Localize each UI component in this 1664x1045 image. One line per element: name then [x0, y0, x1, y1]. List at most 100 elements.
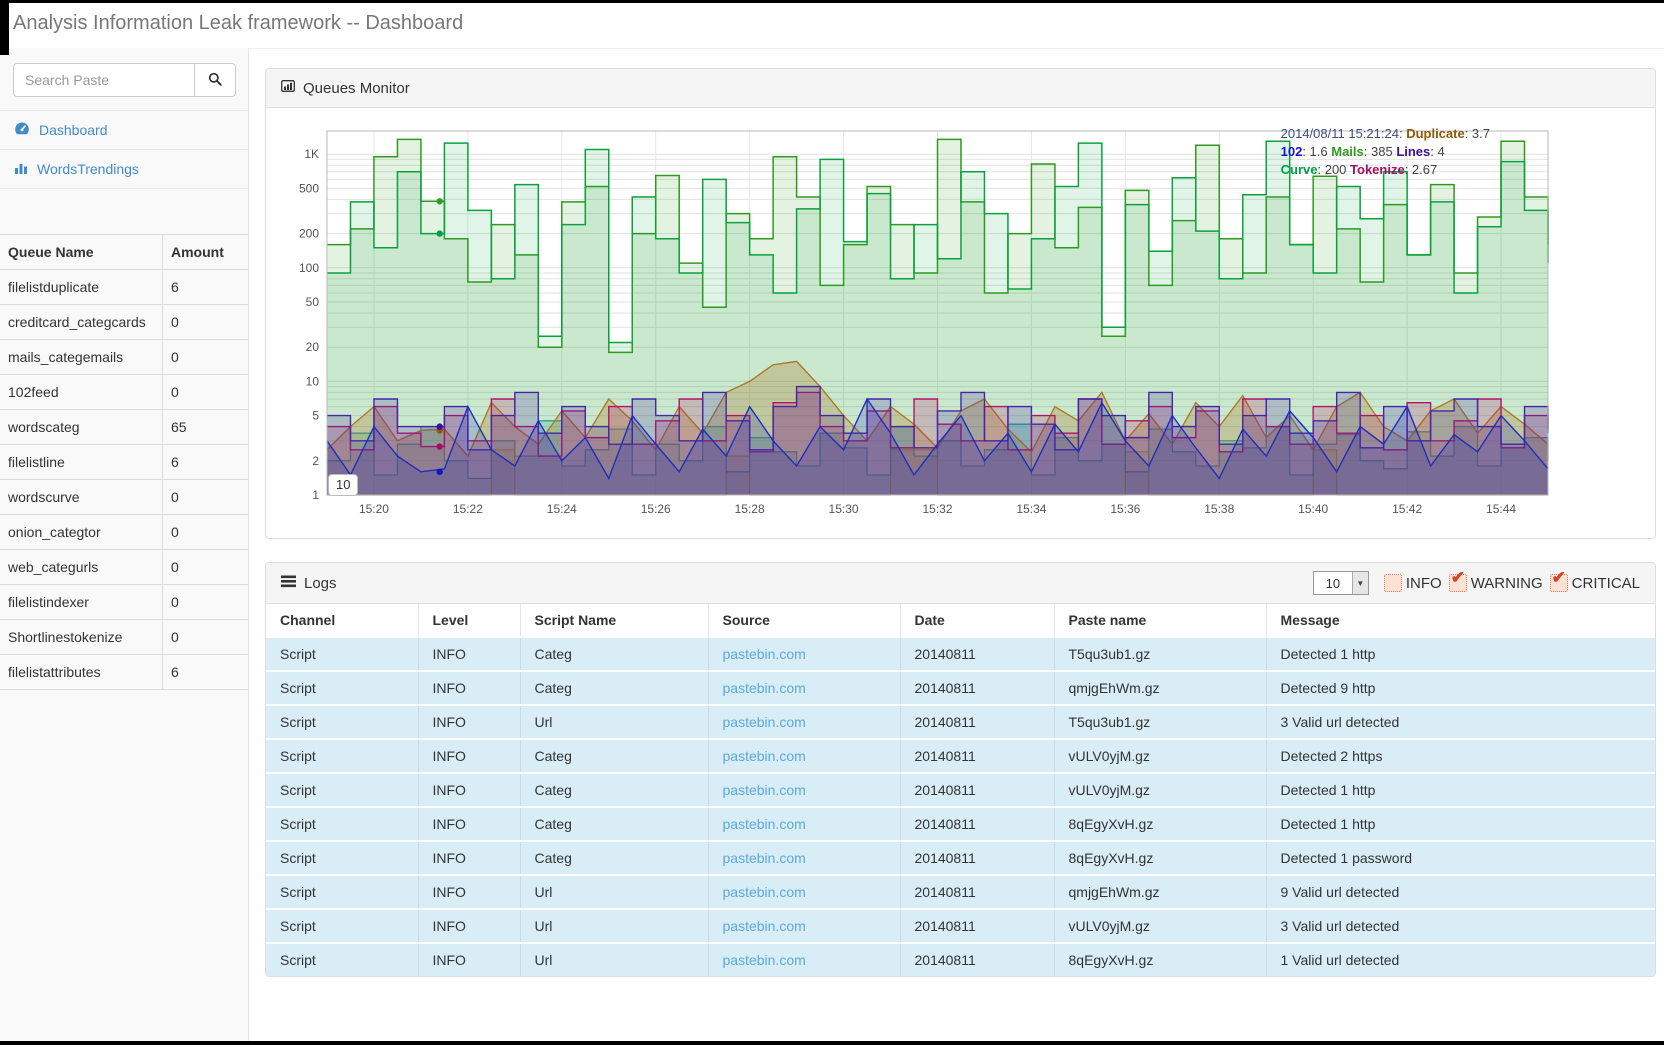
queue-row: filelistattributes6 — [0, 655, 248, 690]
queue-name: filelistattributes — [0, 655, 163, 690]
log-cell: 20140811 — [900, 705, 1054, 739]
screen-edge-artifact — [0, 1041, 1664, 1045]
chart-corner-label: 10 — [328, 474, 358, 496]
queue-row: filelistduplicate6 — [0, 270, 248, 305]
log-row: ScriptINFOCategpastebin.com201408118qEgy… — [266, 841, 1655, 875]
svg-text:15:32: 15:32 — [922, 502, 952, 516]
log-cell-source: pastebin.com — [708, 705, 900, 739]
log-cell: Script — [266, 705, 418, 739]
log-cell: 20140811 — [900, 909, 1054, 943]
svg-text:10: 10 — [306, 374, 320, 388]
log-source-link[interactable]: pastebin.com — [723, 782, 806, 798]
svg-text:20: 20 — [306, 340, 320, 354]
svg-text:200: 200 — [299, 227, 319, 241]
log-source-link[interactable]: pastebin.com — [723, 680, 806, 696]
log-cell: Categ — [520, 841, 708, 875]
page-size-select[interactable]: 10 ▼ — [1313, 571, 1369, 595]
log-cell: qmjgEhWm.gz — [1054, 875, 1266, 909]
svg-text:15:44: 15:44 — [1486, 502, 1516, 516]
filter-checkbox-info[interactable]: ✔ — [1384, 574, 1402, 592]
queue-table: Queue Name Amount filelistduplicate6cred… — [0, 234, 248, 690]
log-cell: 20140811 — [900, 807, 1054, 841]
svg-text:15:30: 15:30 — [829, 502, 859, 516]
queue-amount: 0 — [163, 620, 249, 655]
filter-checkbox-warning[interactable]: ✔ — [1449, 574, 1467, 592]
log-cell: 8qEgyXvH.gz — [1054, 943, 1266, 976]
queue-row: mails_categemails0 — [0, 340, 248, 375]
log-cell: qmjgEhWm.gz — [1054, 671, 1266, 705]
page-header: Analysis Information Leak framework -- D… — [0, 3, 1664, 49]
log-cell: 9 Valid url detected — [1266, 875, 1655, 909]
log-source-link[interactable]: pastebin.com — [723, 748, 806, 764]
log-cell-source: pastebin.com — [708, 637, 900, 671]
logs-col-header: Message — [1266, 604, 1655, 637]
log-cell: 20140811 — [900, 943, 1054, 976]
queue-name: 102feed — [0, 375, 163, 410]
log-source-link[interactable]: pastebin.com — [723, 646, 806, 662]
queue-name: Shortlinestokenize — [0, 620, 163, 655]
queues-chart[interactable]: 1251020501002005001K15:2015:2215:2415:26… — [281, 123, 1640, 523]
search-input[interactable] — [13, 63, 195, 97]
svg-text:500: 500 — [299, 181, 319, 195]
queue-row: filelistline6 — [0, 445, 248, 480]
screen-edge-artifact — [0, 0, 9, 55]
log-cell: Categ — [520, 637, 708, 671]
logs-col-header: Date — [900, 604, 1054, 637]
svg-text:15:26: 15:26 — [641, 502, 671, 516]
log-cell: Script — [266, 671, 418, 705]
log-cell: vULV0yjM.gz — [1054, 773, 1266, 807]
log-cell: Detected 1 http — [1266, 637, 1655, 671]
log-cell: Script — [266, 909, 418, 943]
log-cell: Detected 1 http — [1266, 807, 1655, 841]
queues-monitor-body: 1251020501002005001K15:2015:2215:2415:26… — [266, 108, 1655, 538]
sidebar-item-wordstrendings[interactable]: WordsTrendings — [0, 150, 248, 189]
screen-edge-artifact — [0, 0, 1664, 3]
svg-text:15:38: 15:38 — [1204, 502, 1234, 516]
chart-legend: 2014/08/11 15:21:24: Duplicate: 3.7102: … — [1281, 125, 1490, 179]
log-cell: Detected 1 http — [1266, 773, 1655, 807]
logs-col-header: Level — [418, 604, 520, 637]
sidebar-item-dashboard[interactable]: Dashboard — [0, 111, 248, 150]
log-cell: 8qEgyXvH.gz — [1054, 807, 1266, 841]
log-row: ScriptINFOUrlpastebin.com20140811T5qu3ub… — [266, 705, 1655, 739]
search-button[interactable] — [195, 63, 236, 97]
svg-text:15:34: 15:34 — [1016, 502, 1046, 516]
svg-text:15:40: 15:40 — [1298, 502, 1328, 516]
queues-monitor-panel: Queues Monitor 1251020501002005001K15:20… — [265, 68, 1656, 539]
queue-name: wordscurve — [0, 480, 163, 515]
log-cell: 20140811 — [900, 739, 1054, 773]
svg-text:15:36: 15:36 — [1110, 502, 1140, 516]
filter-checkbox-critical[interactable]: ✔ — [1550, 574, 1568, 592]
log-row: ScriptINFOUrlpastebin.com20140811vULV0yj… — [266, 909, 1655, 943]
queue-row: creditcard_categcards0 — [0, 305, 248, 340]
log-cell: Script — [266, 739, 418, 773]
filter-critical: ✔CRITICAL — [1550, 574, 1640, 592]
log-cell: 20140811 — [900, 637, 1054, 671]
log-source-link[interactable]: pastebin.com — [723, 816, 806, 832]
log-cell-source: pastebin.com — [708, 841, 900, 875]
svg-text:50: 50 — [306, 295, 320, 309]
log-source-link[interactable]: pastebin.com — [723, 850, 806, 866]
log-cell: vULV0yjM.gz — [1054, 909, 1266, 943]
log-cell: 20140811 — [900, 875, 1054, 909]
logs-col-header: Channel — [266, 604, 418, 637]
svg-text:100: 100 — [299, 261, 319, 275]
log-source-link[interactable]: pastebin.com — [723, 918, 806, 934]
queues-chart-canvas[interactable]: 1251020501002005001K15:2015:2215:2415:26… — [281, 123, 1640, 523]
chevron-down-icon: ▼ — [1352, 572, 1368, 594]
svg-text:15:28: 15:28 — [735, 502, 765, 516]
queue-name: wordscateg — [0, 410, 163, 445]
filter-label: INFO — [1406, 575, 1442, 592]
queue-name: creditcard_categcards — [0, 305, 163, 340]
queue-amount-header: Amount — [163, 235, 249, 270]
queue-amount: 0 — [163, 375, 249, 410]
log-level-filters: ✔INFO✔WARNING✔CRITICAL — [1377, 574, 1640, 592]
queue-amount: 0 — [163, 340, 249, 375]
queue-amount: 65 — [163, 410, 249, 445]
log-source-link[interactable]: pastebin.com — [723, 952, 806, 968]
log-source-link[interactable]: pastebin.com — [723, 714, 806, 730]
svg-text:1K: 1K — [304, 147, 319, 161]
queue-row: web_categurls0 — [0, 550, 248, 585]
log-source-link[interactable]: pastebin.com — [723, 884, 806, 900]
log-cell: Detected 1 password — [1266, 841, 1655, 875]
